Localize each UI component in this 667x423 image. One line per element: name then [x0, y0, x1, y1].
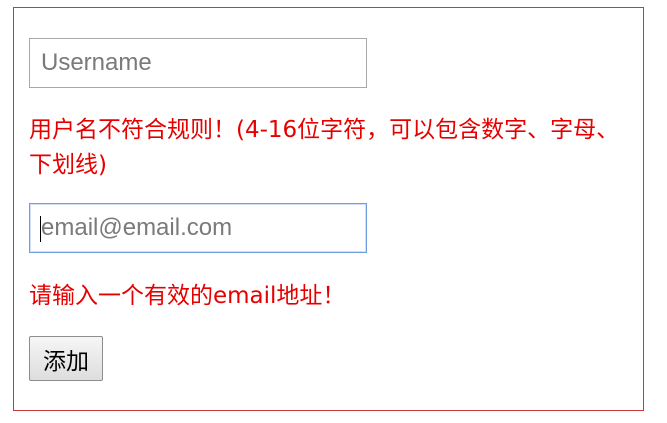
email-input[interactable] — [29, 203, 367, 253]
text-caret — [40, 216, 41, 242]
add-button[interactable]: 添加 — [29, 336, 103, 381]
username-error-message: 用户名不符合规则！(4-16位字符，可以包含数字、字母、下划线) — [29, 117, 620, 178]
email-error-message: 请输入一个有效的email地址！ — [29, 283, 346, 309]
username-input[interactable] — [29, 38, 367, 88]
